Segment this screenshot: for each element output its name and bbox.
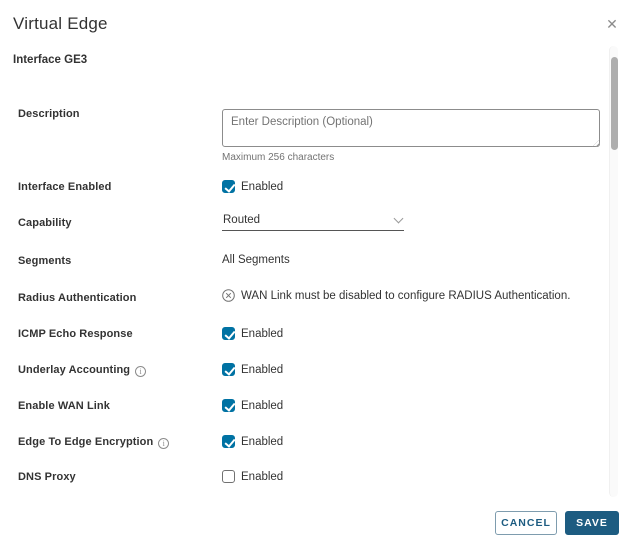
cancel-button[interactable]: CANCEL [495, 511, 557, 535]
segments-value: All Segments [222, 254, 290, 266]
underlay-accounting-label-text: Underlay Accounting [18, 364, 130, 376]
interface-enabled-checkbox-row[interactable]: Enabled [222, 180, 283, 193]
dns-proxy-checkbox[interactable] [222, 470, 235, 483]
edge-to-edge-encryption-label: Edge To Edge Encryption i [18, 436, 208, 449]
checkbox-label: Enabled [241, 181, 283, 193]
icmp-echo-response-label: ICMP Echo Response [18, 328, 208, 340]
edge-to-edge-encryption-label-text: Edge To Edge Encryption [18, 436, 153, 448]
underlay-accounting-label: Underlay Accounting i [18, 364, 208, 377]
info-icon[interactable]: i [135, 366, 146, 377]
dns-proxy-checkbox-row[interactable]: Enabled [222, 470, 283, 483]
checkbox-label: Enabled [241, 471, 283, 483]
dialog-title: Virtual Edge [13, 14, 108, 34]
save-button[interactable]: SAVE [565, 511, 619, 535]
scrollbar-track[interactable] [609, 46, 618, 497]
checkbox-label: Enabled [241, 400, 283, 412]
virtual-edge-dialog: Virtual Edge ✕ Interface GE3 Description… [0, 0, 631, 539]
description-input[interactable] [222, 109, 600, 147]
icmp-echo-response-checkbox[interactable] [222, 327, 235, 340]
info-icon[interactable]: i [158, 438, 169, 449]
checkbox-label: Enabled [241, 436, 283, 448]
interface-enabled-checkbox[interactable] [222, 180, 235, 193]
description-label: Description [18, 108, 208, 120]
enable-wan-link-checkbox-row[interactable]: Enabled [222, 399, 283, 412]
interface-subtitle: Interface GE3 [13, 54, 87, 66]
scrollbar-thumb[interactable] [611, 57, 618, 150]
edge-to-edge-encryption-checkbox-row[interactable]: Enabled [222, 435, 283, 448]
edge-to-edge-encryption-checkbox[interactable] [222, 435, 235, 448]
radius-authentication-message-row: WAN Link must be disabled to configure R… [222, 289, 570, 302]
radius-authentication-label: Radius Authentication [18, 292, 208, 304]
checkbox-label: Enabled [241, 328, 283, 340]
dns-proxy-label: DNS Proxy [18, 471, 208, 483]
enable-wan-link-checkbox[interactable] [222, 399, 235, 412]
checkbox-label: Enabled [241, 364, 283, 376]
underlay-accounting-checkbox-row[interactable]: Enabled [222, 363, 283, 376]
close-icon[interactable]: ✕ [604, 16, 620, 32]
capability-label: Capability [18, 217, 208, 229]
circle-x-icon [222, 289, 235, 302]
capability-selected-value: Routed [222, 211, 404, 230]
enable-wan-link-label: Enable WAN Link [18, 400, 208, 412]
icmp-echo-response-checkbox-row[interactable]: Enabled [222, 327, 283, 340]
underlay-accounting-checkbox[interactable] [222, 363, 235, 376]
capability-select[interactable]: Routed [222, 211, 404, 231]
description-helper: Maximum 256 characters [222, 152, 334, 163]
segments-label: Segments [18, 255, 208, 267]
interface-enabled-label: Interface Enabled [18, 181, 208, 193]
radius-authentication-message: WAN Link must be disabled to configure R… [241, 290, 570, 302]
